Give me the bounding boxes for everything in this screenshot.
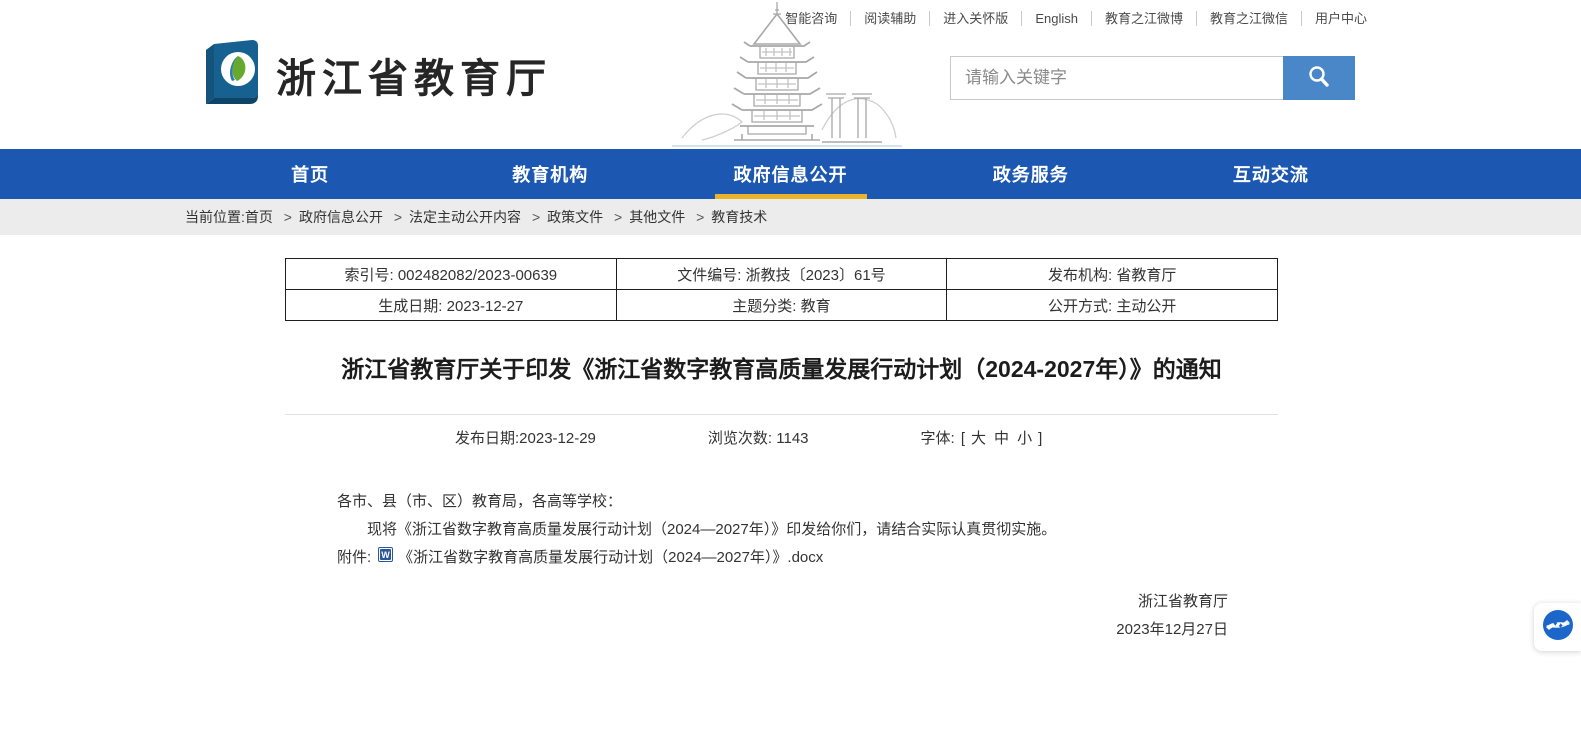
font-size-medium-button[interactable]: 中 (994, 430, 1009, 447)
attachment-file-name: 《浙江省数字教育高质量发展行动计划（2024—2027年）》.docx (398, 544, 823, 572)
attachment-label: 附件: (337, 544, 371, 572)
signature-org: 浙江省教育厅 (337, 588, 1228, 616)
breadcrumb-separator: > (394, 209, 402, 225)
doc-info-table: 索引号: 002482082/2023-00639 文件编号: 浙教技〔2023… (285, 258, 1278, 321)
doc-create-date: 生成日期: 2023-12-27 (286, 290, 617, 321)
page-title: 浙江省教育厅关于印发《浙江省数字教育高质量发展行动计划（2024-2027年）》… (302, 351, 1262, 388)
signature-date: 2023年12月27日 (337, 616, 1228, 644)
site-search (950, 56, 1355, 100)
nav-item-home[interactable]: 首页 (190, 149, 430, 199)
topbar-link-user-center[interactable]: 用户中心 (1302, 11, 1367, 26)
bracket: [ (961, 430, 965, 447)
logo-book-icon (200, 36, 264, 113)
nav-item-label: 政务服务 (993, 161, 1069, 187)
doc-file-no: 文件编号: 浙教技〔2023〕61号 (616, 259, 947, 290)
breadcrumb-gov-info[interactable]: 政府信息公开 (299, 209, 383, 225)
doc-topic-category: 主题分类: 教育 (616, 290, 947, 321)
word-doc-icon: W (378, 544, 393, 572)
nav-item-institutions[interactable]: 教育机构 (430, 149, 670, 199)
topbar-link-wechat[interactable]: 教育之江微信 (1197, 11, 1302, 26)
salutation-text: 各市、县（市、区）教育局，各高等学校： (337, 488, 1278, 516)
table-row: 索引号: 002482082/2023-00639 文件编号: 浙教技〔2023… (286, 259, 1278, 290)
pagoda-sketch-image (672, 0, 902, 153)
page: 智能咨询阅读辅助进入关怀版English教育之江微博教育之江微信用户中心 浙江省… (0, 0, 1581, 756)
nav-item-label: 教育机构 (512, 161, 588, 187)
breadcrumb-prefix: 当前位置: (185, 209, 245, 225)
breadcrumb-separator: > (696, 209, 704, 225)
main-nav: 首页 教育机构 政府信息公开 政务服务 互动交流 (0, 149, 1581, 199)
nav-item-label: 首页 (291, 161, 329, 187)
active-tab-underline (715, 194, 867, 199)
search-button[interactable] (1283, 56, 1355, 100)
topbar-link-care-version[interactable]: 进入关怀版 (930, 11, 1022, 26)
font-size-large-button[interactable]: 大 (971, 430, 986, 447)
table-row: 生成日期: 2023-12-27 主题分类: 教育 公开方式: 主动公开 (286, 290, 1278, 321)
font-size-label: 字体: (921, 430, 955, 447)
doc-open-method: 公开方式: 主动公开 (947, 290, 1278, 321)
topbar-link-weibo[interactable]: 教育之江微博 (1092, 11, 1197, 26)
nav-item-label: 政府信息公开 (734, 161, 848, 187)
breadcrumb: 当前位置:首页 > 政府信息公开 > 法定主动公开内容 > 政策文件 > 其他文件 > 教… (185, 207, 767, 227)
bracket: ] (1038, 430, 1042, 447)
divider (285, 414, 1278, 415)
breadcrumb-edu-tech[interactable]: 教育技术 (711, 209, 767, 225)
topbar-link-english[interactable]: English (1022, 11, 1092, 26)
publish-date: 发布日期:2023-12-29 (455, 427, 596, 448)
gov-service-icon (1542, 609, 1574, 646)
doc-index-no: 索引号: 002482082/2023-00639 (286, 259, 617, 290)
breadcrumb-home[interactable]: 首页 (245, 209, 273, 225)
body-text: 现将《浙江省数字教育高质量发展行动计划（2024—2027年）》印发给你们，请结… (337, 516, 1278, 544)
nav-item-label: 互动交流 (1233, 161, 1309, 187)
site-header: 智能咨询阅读辅助进入关怀版English教育之江微博教育之江微信用户中心 浙江省… (0, 0, 1581, 149)
nav-item-interaction[interactable]: 互动交流 (1151, 149, 1391, 199)
nav-item-services[interactable]: 政务服务 (911, 149, 1151, 199)
article-body: 各市、县（市、区）教育局，各高等学校： 现将《浙江省数字教育高质量发展行动计划（… (285, 488, 1278, 644)
attachment-link[interactable]: W 《浙江省数字教育高质量发展行动计划（2024—2027年）》.docx (371, 544, 823, 572)
svg-text:W: W (381, 550, 390, 560)
article-meta: 发布日期:2023-12-29 浏览次数: 1143 字体: [ 大中小] (285, 427, 1278, 448)
breadcrumb-separator: > (532, 209, 540, 225)
doc-publisher: 发布机构: 省教育厅 (947, 259, 1278, 290)
breadcrumb-bar: 当前位置:首页 > 政府信息公开 > 法定主动公开内容 > 政策文件 > 其他文件 > 教… (0, 199, 1581, 235)
breadcrumb-policy-docs[interactable]: 政策文件 (547, 209, 603, 225)
article-content: 索引号: 002482082/2023-00639 文件编号: 浙教技〔2023… (285, 258, 1278, 644)
breadcrumb-other-docs[interactable]: 其他文件 (629, 209, 685, 225)
floating-service-widget[interactable] (1534, 603, 1581, 651)
search-icon (1306, 64, 1332, 93)
breadcrumb-separator: > (614, 209, 622, 225)
site-logo[interactable]: 浙江省教育厅 (200, 36, 552, 113)
breadcrumb-open-content[interactable]: 法定主动公开内容 (409, 209, 521, 225)
site-name: 浙江省教育厅 (276, 46, 552, 104)
font-size-control: 字体: [ 大中小] (921, 427, 1045, 448)
font-size-small-button[interactable]: 小 (1017, 430, 1032, 447)
nav-item-gov-info[interactable]: 政府信息公开 (670, 149, 910, 199)
view-count: 浏览次数: 1143 (708, 427, 809, 448)
breadcrumb-separator: > (284, 209, 292, 225)
search-input[interactable] (950, 56, 1283, 100)
attachment-row: 附件: W 《浙江省数字教育高质量发展行动计划（2024—2027年）》.doc… (337, 544, 1278, 572)
